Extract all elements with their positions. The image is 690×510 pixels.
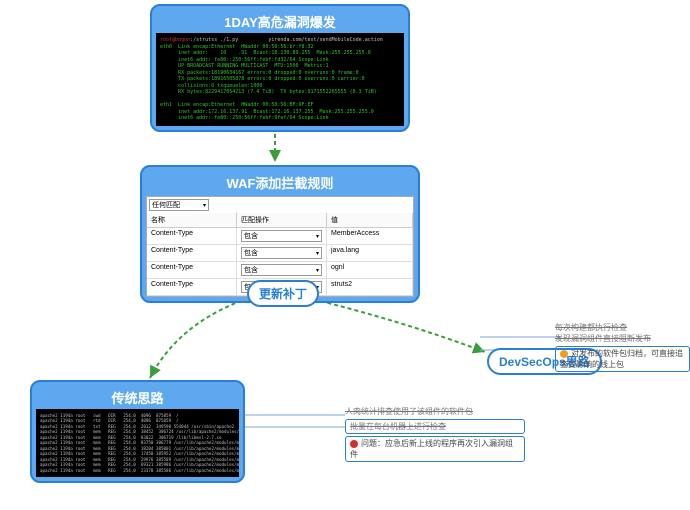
annot-devsecops-line2: 发现漏洞组件直接阻断发布 — [555, 333, 690, 344]
waf-match-select[interactable]: 任何匹配 — [149, 199, 209, 211]
terminal-traditional: apache2 1194a root cwd DIR 254,0 4096 87… — [36, 409, 239, 477]
node-1day-title: 1DAY高危漏洞爆发 — [156, 10, 404, 33]
waf-op-select[interactable]: 包含 — [241, 230, 322, 242]
waf-rule-row: Content-Type包含java.lang — [147, 245, 413, 262]
node-traditional: 传统思路 apache2 1194a root cwd DIR 254,0 40… — [30, 380, 245, 483]
waf-rule-row: Content-Type包含ognl — [147, 262, 413, 279]
annot-trad-line2: 批量在每台机器上进行检查 — [345, 419, 525, 434]
bullet-icon — [350, 440, 358, 448]
waf-op-select[interactable]: 包含 — [241, 247, 322, 259]
terminal-1day: root@bogon:/strutss ./1.py yirenda.com/t… — [156, 33, 404, 126]
node-1day: 1DAY高危漏洞爆发 root@bogon:/strutss ./1.py yi… — [150, 4, 410, 132]
bullet-icon — [560, 350, 568, 358]
annot-devsecops: 每次构建都执行检查 发现漏洞组件直接阻断发布 对发布的软件包归档，可直接追查受影… — [555, 322, 690, 372]
node-traditional-title: 传统思路 — [36, 386, 239, 409]
annot-devsecops-line1: 每次构建都执行检查 — [555, 322, 690, 333]
waf-table-header: 名称 匹配操作 值 — [147, 213, 413, 228]
annot-trad-line1: 人肉统计排查使用了该组件的软件包 — [345, 406, 525, 417]
annot-devsecops-line3: 对发布的软件包归档，可直接追查受影响的线上包 — [555, 346, 690, 372]
waf-op-select[interactable]: 包含 — [241, 264, 322, 276]
annot-traditional: 人肉统计排查使用了该组件的软件包 批量在每台机器上进行检查 问题：应急后新上线的… — [345, 406, 525, 462]
node-patch: 更新补丁 — [247, 280, 319, 307]
node-waf-title: WAF添加拦截规则 — [146, 171, 414, 194]
annot-trad-line3: 问题：应急后新上线的程序再次引入漏洞组件 — [345, 436, 525, 462]
waf-rule-row: Content-Type包含MemberAccess — [147, 228, 413, 245]
